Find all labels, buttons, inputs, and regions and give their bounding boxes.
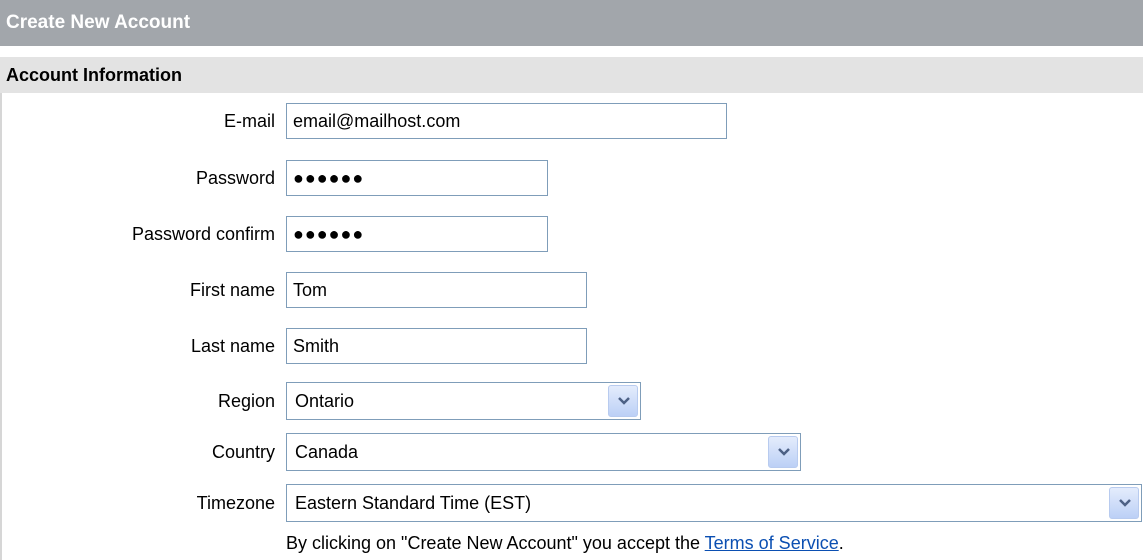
country-select-value: Canada — [295, 442, 359, 462]
region-select-value: Ontario — [295, 391, 355, 411]
last-name-label: Last name — [190, 336, 275, 356]
page-title: Create New Account — [0, 0, 1143, 46]
country-dropdown-button[interactable] — [768, 436, 798, 468]
region-dropdown-button[interactable] — [608, 385, 638, 417]
password-field[interactable] — [286, 160, 548, 196]
country-label: Country — [211, 442, 275, 462]
create-account-window: Create New Account Account Information E… — [0, 0, 1143, 560]
password-confirm-field[interactable] — [286, 216, 548, 252]
chevron-down-icon — [618, 397, 630, 405]
first-name-field[interactable] — [286, 272, 587, 308]
terms-of-service-link[interactable]: Terms of Service — [705, 533, 839, 553]
chevron-down-icon — [778, 448, 790, 456]
first-name-label: First name — [189, 280, 275, 300]
country-select[interactable]: Canada — [286, 433, 801, 471]
timezone-label: Timezone — [196, 493, 275, 513]
chevron-down-icon — [1119, 499, 1131, 507]
password-label: Password — [195, 168, 275, 188]
terms-notice: By clicking on "Create New Account" you … — [286, 528, 844, 558]
email-label: E-mail — [223, 111, 275, 131]
terms-text: By clicking on "Create New Account" you … — [286, 533, 705, 553]
region-select[interactable]: Ontario — [286, 382, 641, 420]
region-label: Region — [217, 391, 275, 411]
terms-period: . — [838, 533, 844, 553]
timezone-select-value: Eastern Standard Time (EST) — [295, 493, 532, 513]
password-confirm-label: Password confirm — [131, 224, 275, 244]
section-title-account-information: Account Information — [0, 57, 1143, 93]
email-field[interactable] — [286, 103, 727, 139]
last-name-field[interactable] — [286, 328, 587, 364]
timezone-select[interactable]: Eastern Standard Time (EST) — [286, 484, 1142, 522]
timezone-dropdown-button[interactable] — [1109, 487, 1139, 519]
